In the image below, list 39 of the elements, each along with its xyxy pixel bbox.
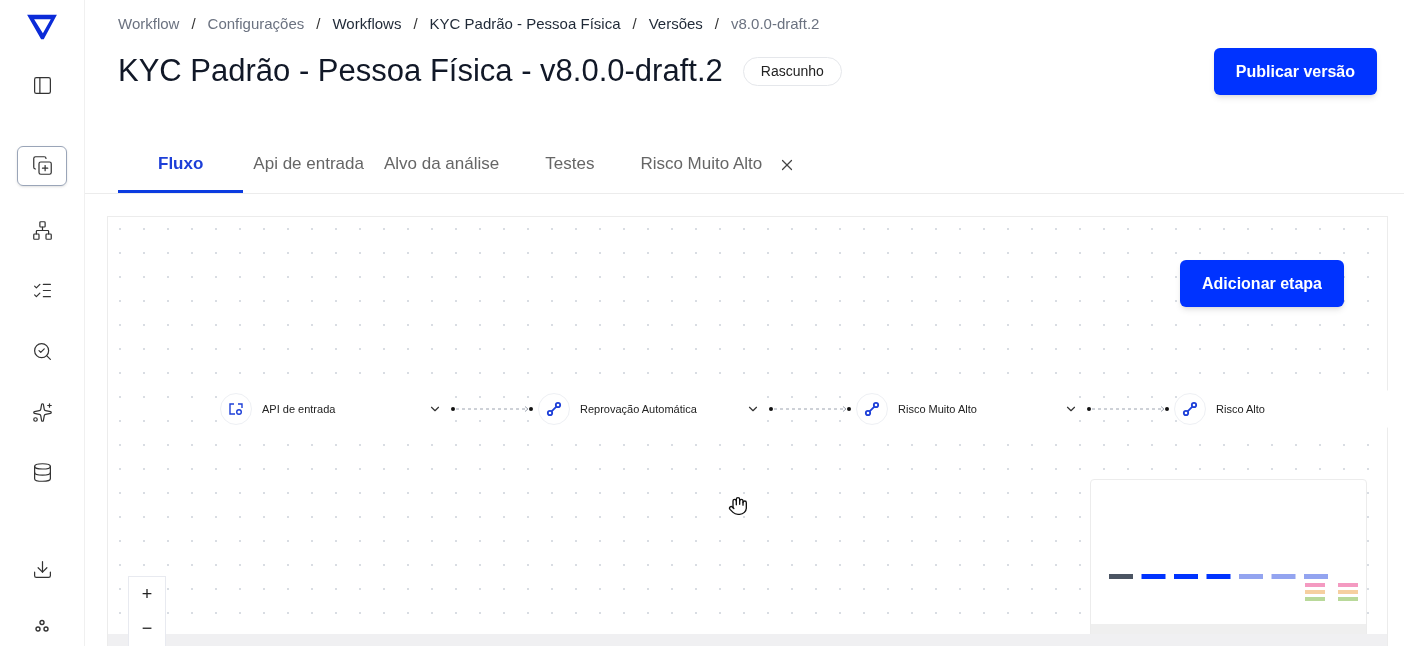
node-label: Reprovação Automática (580, 401, 698, 417)
route-icon (864, 401, 880, 417)
route-icon (546, 401, 562, 417)
tab[interactable]: Api de entrada (243, 137, 374, 193)
hand-cursor-icon (728, 496, 748, 516)
breadcrumb-separator: / (191, 13, 196, 34)
page-title: KYC Padrão - Pessoa Física - v8.0.0-draft.2 (118, 52, 723, 91)
breadcrumb-link[interactable]: Workflow (118, 12, 180, 36)
search-icon (31, 341, 53, 362)
breadcrumb-separator: / (316, 13, 321, 34)
node-label: Risco Muito Alto (898, 401, 978, 417)
download-icon (31, 558, 53, 580)
tab[interactable]: Alvo da análise (373, 137, 510, 193)
zoom-button[interactable]: + (129, 577, 165, 611)
node-label: Risco Alto (1216, 401, 1266, 417)
breadcrumb-link[interactable]: KYC Padrão - Pessoa Física (429, 12, 621, 36)
api-icon (228, 401, 244, 417)
node-label: API de entrada (262, 401, 337, 417)
breadcrumb-link[interactable]: v8.0.0-draft.2 (731, 12, 820, 36)
panel-toggle-icon (31, 74, 53, 96)
breadcrumb-separator: / (714, 13, 720, 34)
circles-icon (35, 618, 49, 633)
zoom-button[interactable]: − (129, 611, 165, 645)
database-icon (31, 462, 53, 484)
breadcrumb-link[interactable]: Workflows (332, 12, 402, 36)
breadcrumb-separator: / (632, 13, 637, 34)
add-step-button[interactable]: Adicionar etapa (1179, 260, 1344, 307)
add-copy-icon (31, 155, 53, 177)
tab[interactable]: Fluxo (118, 137, 244, 193)
breadcrumb-link[interactable]: Configurações (207, 12, 305, 36)
sidebar-nav-button[interactable] (17, 145, 67, 187)
tab[interactable]: Testes (535, 137, 605, 193)
breadcrumb-separator: / (413, 13, 418, 34)
publish-button[interactable]: Publicar versão (1213, 48, 1377, 95)
breadcrumb-link[interactable]: Versões (648, 12, 703, 36)
tab[interactable]: Risco Muito Alto (630, 137, 773, 193)
route-icon (1182, 401, 1198, 417)
network-icon (31, 219, 53, 241)
sparkles-icon (31, 401, 53, 423)
